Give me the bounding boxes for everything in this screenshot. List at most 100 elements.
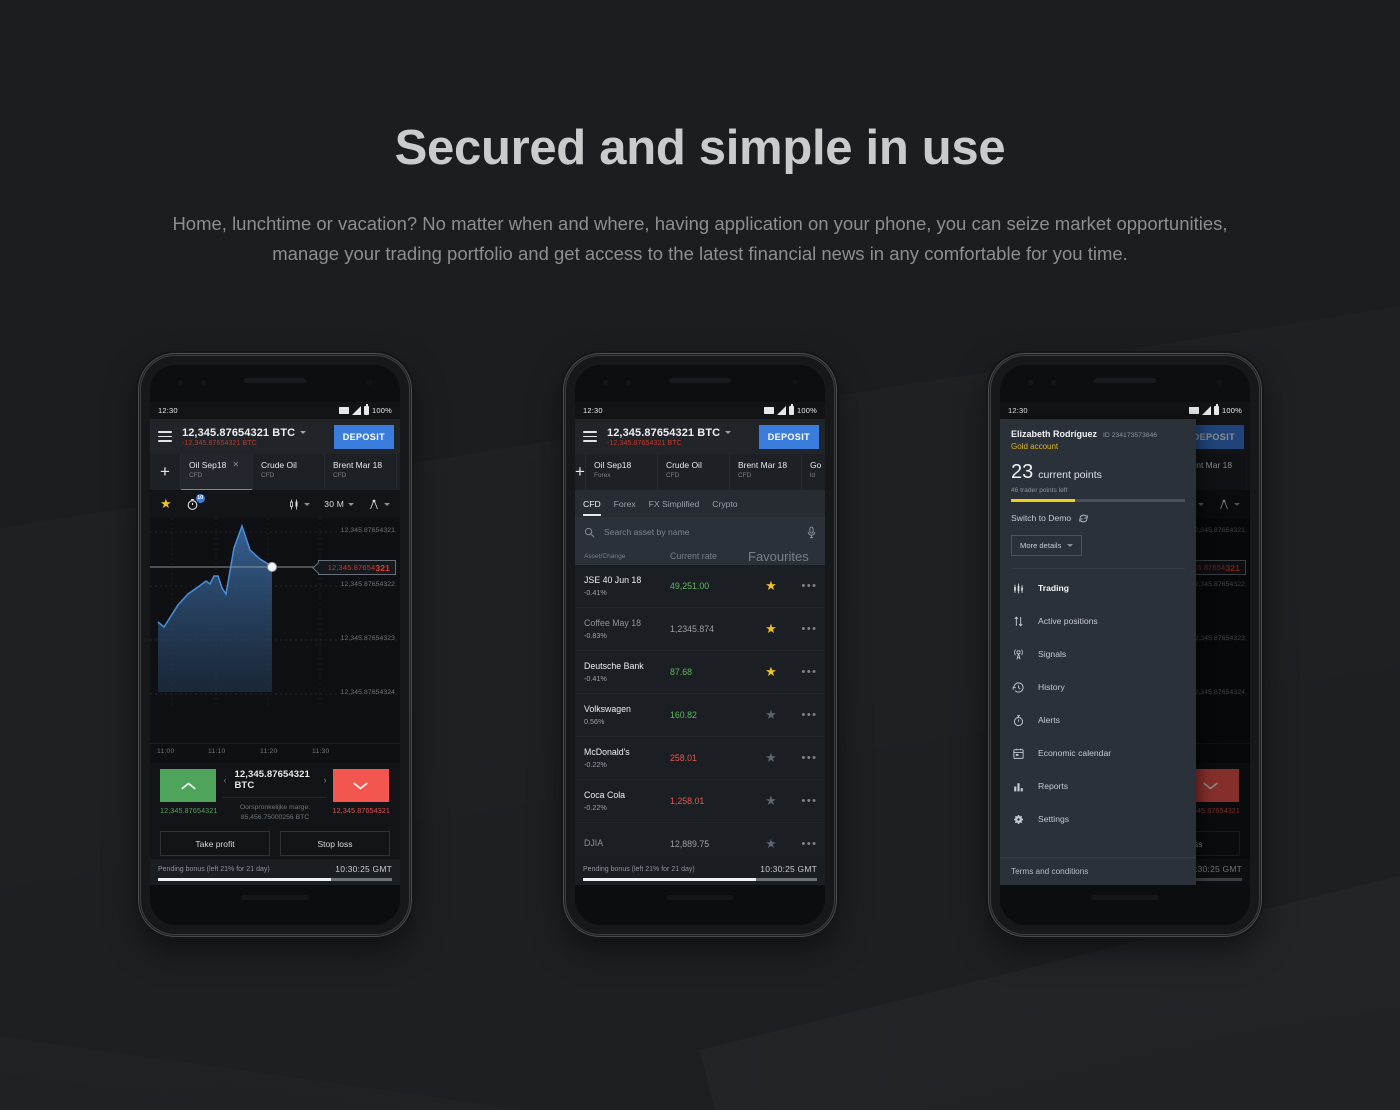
instrument-tab[interactable]: Oil Sep18 Forex <box>586 454 658 490</box>
proximity-sensor-icon <box>626 380 631 385</box>
stop-loss-button[interactable]: Stop loss <box>280 831 390 856</box>
front-camera-icon <box>1217 380 1222 385</box>
bonus-progress-fill <box>583 878 757 881</box>
instrument-tab-type: CFD <box>737 472 752 479</box>
sidebar-item-economic-calendar[interactable]: Economic calendar <box>1000 737 1196 770</box>
table-row[interactable]: Deutsche Bank -0.41% 87.68 ★ ••• <box>575 651 825 694</box>
asset-name-cell: Coca Cola -0.22% <box>575 790 670 812</box>
deposit-button[interactable]: DEPOSIT <box>333 424 394 449</box>
add-instrument-button[interactable]: + <box>575 454 586 490</box>
asset-name: Coca Cola <box>584 790 626 800</box>
hamburger-icon[interactable] <box>158 431 172 442</box>
close-icon[interactable]: ✕ <box>232 461 239 469</box>
tab-cfd[interactable]: CFD <box>583 492 601 516</box>
chart-y-tick: 12,345.87654324 <box>340 689 395 696</box>
sidebar-item-label: Signals <box>1038 649 1067 659</box>
asset-rate: 160.82 <box>670 710 697 720</box>
table-row[interactable]: Coca Cola -0.22% 1,258.01 ★ ••• <box>575 780 825 823</box>
switch-to-demo-button[interactable]: Switch to Demo <box>1011 513 1185 524</box>
star-icon[interactable]: ★ <box>748 750 794 766</box>
table-row[interactable]: Volkswagen 0.56% 160.82 ★ ••• <box>575 694 825 737</box>
instrument-tab-strip: + Oil Sep18 Forex Crude Oil CFD Brent Ma… <box>575 454 825 490</box>
chevron-down-icon[interactable] <box>300 431 307 434</box>
status-bar: 12:30 100% <box>1000 402 1250 419</box>
chevron-down-icon[interactable] <box>725 431 732 434</box>
sidebar-item-active-positions[interactable]: Active positions <box>1000 605 1196 638</box>
star-icon[interactable]: ★ <box>748 664 794 680</box>
tab-crypto[interactable]: Crypto <box>712 492 737 516</box>
instrument-tab[interactable]: Go ld <box>802 454 825 490</box>
instrument-tab-type: CFD <box>261 472 275 479</box>
more-horizontal-icon[interactable]: ••• <box>794 666 825 678</box>
asset-change: -0.41% <box>584 674 607 683</box>
star-icon[interactable]: ★ <box>160 496 172 512</box>
more-horizontal-icon[interactable]: ••• <box>794 709 825 721</box>
asset-name: Coffee May 18 <box>584 618 642 628</box>
chart-type-selector[interactable] <box>288 498 311 511</box>
star-icon[interactable]: ★ <box>748 707 794 723</box>
instrument-tab[interactable]: Brent Mar 18 CFD <box>325 454 397 490</box>
take-profit-button[interactable]: Take profit <box>160 831 270 856</box>
price-chart[interactable]: 12,345.87654321 12,345.87654322 12,345.8… <box>150 518 400 743</box>
page-subtitle: Home, lunchtime or vacation? No matter w… <box>172 213 1228 264</box>
gear-icon <box>1011 813 1025 826</box>
margin-note: Oorspronkelijke marge: 85,456.75000256 B… <box>223 803 326 822</box>
more-horizontal-icon[interactable]: ••• <box>794 580 825 592</box>
instrument-tab[interactable]: Oil Sep18 ✕ CFD <box>181 454 253 490</box>
earpiece-speaker <box>669 378 731 383</box>
search-input[interactable] <box>604 527 798 537</box>
margin-label: Oorspronkelijke marge: <box>239 804 311 811</box>
sidebar-item-alerts[interactable]: Alerts <box>1000 704 1196 737</box>
table-row[interactable]: Coffee May 18 -0.83% 1,2345.874 ★ ••• <box>575 608 825 651</box>
tab-fx-simplified[interactable]: FX Simplified <box>649 492 700 516</box>
status-bar: 12:30 100% <box>150 402 400 419</box>
add-instrument-button[interactable]: + <box>150 454 181 490</box>
more-horizontal-icon[interactable]: ••• <box>794 752 825 764</box>
wifi-icon <box>339 407 350 414</box>
sidebar-item-signals[interactable]: Signals <box>1000 638 1196 671</box>
current-price-badge: 12,345.87654 321 <box>317 560 396 575</box>
more-horizontal-icon[interactable]: ••• <box>794 795 825 807</box>
table-row[interactable]: JSE 40 Jun 18 -0.41% 49,251.00 ★ ••• <box>575 565 825 608</box>
more-horizontal-icon[interactable]: ••• <box>794 623 825 635</box>
balance-amount: 12,345.87654321 BTC <box>607 426 721 439</box>
more-details-button[interactable]: More details <box>1011 534 1083 556</box>
hamburger-icon[interactable] <box>583 431 597 442</box>
tab-forex[interactable]: Forex <box>614 492 636 516</box>
sidebar-item-trading[interactable]: Trading <box>1000 572 1196 605</box>
star-icon[interactable]: ★ <box>748 621 794 637</box>
star-icon[interactable]: ★ <box>748 836 794 852</box>
microphone-grille <box>241 895 309 900</box>
battery-percent: 100% <box>797 406 817 415</box>
instrument-tab[interactable]: Brent Mar 18 CFD <box>730 454 802 490</box>
terms-and-conditions-link[interactable]: Terms and conditions <box>1000 857 1196 885</box>
deposit-button[interactable]: DEPOSIT <box>758 424 819 449</box>
balance-block[interactable]: 12,345.87654321 BTC -12,345.87654321 BTC <box>182 427 334 447</box>
asset-name: Volkswagen <box>584 704 631 714</box>
pending-bonus-text: Pending bonus (left 21% for 21 day) <box>158 865 270 873</box>
phone-2-top-bezel <box>575 365 825 402</box>
star-icon[interactable]: ★ <box>748 578 794 594</box>
sidebar-item-reports[interactable]: Reports <box>1000 770 1196 803</box>
chevron-right-icon[interactable]: › <box>324 775 327 785</box>
instrument-tab[interactable]: Crude Oil CFD <box>658 454 730 490</box>
table-row[interactable]: McDonald's -0.22% 258.01 ★ ••• <box>575 737 825 780</box>
instrument-tab[interactable]: Crude Oil CFD <box>253 454 325 490</box>
star-icon[interactable]: ★ <box>748 793 794 809</box>
chart-y-tick: 12,345.87654321 <box>340 527 395 534</box>
chart-x-tick: 11:30 <box>312 748 330 755</box>
drawing-tools-selector[interactable] <box>368 498 390 511</box>
sidebar-item-history[interactable]: History <box>1000 671 1196 704</box>
current-price-prefix: 12,345.87654 <box>327 563 376 572</box>
chevron-down-icon <box>348 502 354 506</box>
sidebar-item-settings[interactable]: Settings <box>1000 803 1196 836</box>
more-horizontal-icon[interactable]: ••• <box>794 838 825 850</box>
timeframe-selector[interactable]: 30 M <box>324 499 354 509</box>
balance-block[interactable]: 12,345.87654321 BTC -12,345.87654321 BTC <box>607 427 759 447</box>
asset-name: JSE 40 Jun 18 <box>584 575 642 585</box>
chevron-left-icon[interactable]: ‹ <box>223 775 226 785</box>
sell-button[interactable] <box>332 769 389 802</box>
timer-icon[interactable]: 10 <box>186 493 205 511</box>
buy-button[interactable] <box>160 769 216 802</box>
status-bar-time: 12:30 <box>1008 406 1028 415</box>
